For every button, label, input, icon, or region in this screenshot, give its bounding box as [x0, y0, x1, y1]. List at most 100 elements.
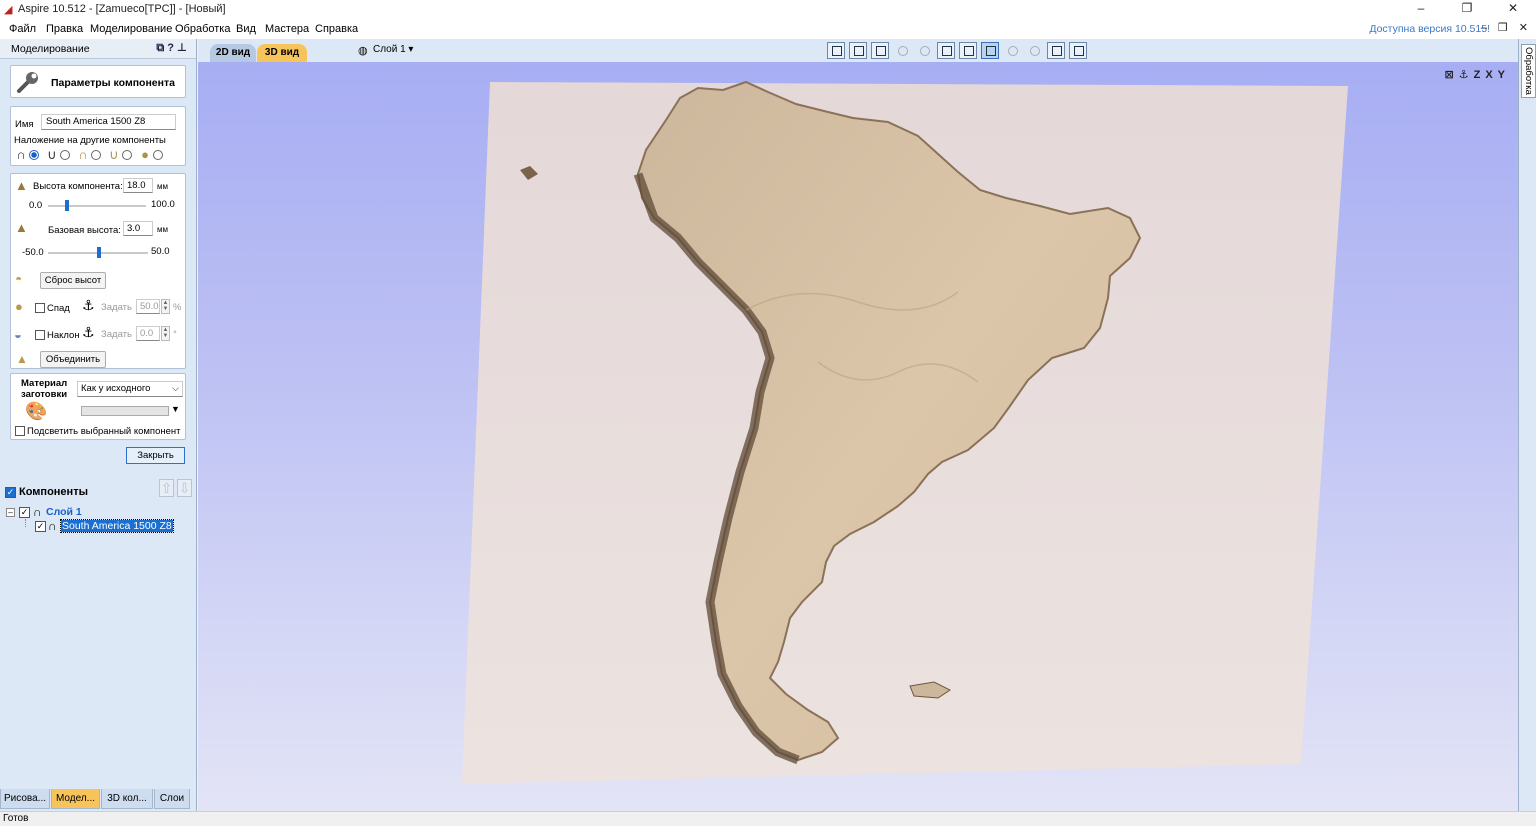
- tilt-checkbox[interactable]: [35, 330, 45, 340]
- material-label-2: заготовки: [21, 389, 68, 400]
- status-bar: Готов: [0, 811, 1536, 826]
- component-params-label: Параметры компонента: [51, 77, 175, 89]
- chevron-down-icon: ⌵: [172, 383, 179, 393]
- merge-button[interactable]: Объединить: [40, 351, 106, 368]
- menu-help[interactable]: Справка: [315, 23, 358, 35]
- split-vertical-icon[interactable]: [1069, 42, 1087, 59]
- name-section: Имя South America 1500 Z8 Наложение на д…: [10, 106, 186, 166]
- height-label: Высота компонента:: [33, 181, 123, 192]
- menu-wizards[interactable]: Мастера: [265, 23, 309, 35]
- move-down-icon[interactable]: ⇩: [177, 479, 192, 497]
- zoom-selected-icon[interactable]: [959, 42, 977, 59]
- reset-heights-button[interactable]: Сброс высот: [40, 272, 106, 289]
- mode-low-radio[interactable]: [122, 150, 132, 160]
- tilt-input[interactable]: 0.0: [136, 326, 160, 341]
- window-title: Aspire 10.512 - [Zamueco[TPC]] - [Новый]: [18, 3, 226, 15]
- status-text: Готов: [3, 813, 29, 824]
- material-select[interactable]: Как у исходного ⌵: [77, 381, 183, 397]
- height-slider-thumb[interactable]: [65, 200, 69, 211]
- fade-label: Спад: [47, 303, 70, 314]
- zoom-box-icon[interactable]: [849, 42, 867, 59]
- mode-multiply-radio[interactable]: [153, 150, 163, 160]
- move-up-icon[interactable]: ⇧: [159, 479, 174, 497]
- close-button[interactable]: ✕: [1490, 0, 1536, 19]
- menu-machining[interactable]: Обработка: [175, 23, 230, 35]
- minimize-button[interactable]: –: [1398, 0, 1444, 19]
- overlap-label: Наложение на другие компоненты: [14, 135, 166, 146]
- tree-component-label[interactable]: South America 1500 Z8: [60, 519, 174, 533]
- material-label-1: Материал: [21, 378, 68, 389]
- tilt-set-label: Задать: [101, 329, 132, 340]
- render-mode-icon[interactable]: [981, 42, 999, 59]
- name-label: Имя: [15, 119, 34, 130]
- maximize-button[interactable]: ❐: [1444, 0, 1490, 19]
- height-section: ▲ Высота компонента: 18.0 мм 0.0 100.0 ▲…: [10, 173, 186, 369]
- tab-2d-view[interactable]: 2D вид: [210, 44, 256, 62]
- layer-shape-icon: ∩: [33, 505, 42, 519]
- layer-select[interactable]: Слой 1 ▾: [373, 44, 413, 55]
- height-unit: мм: [157, 182, 168, 191]
- tab-machining[interactable]: Обработка: [1521, 44, 1536, 98]
- fade-spinner[interactable]: ▲ ▼: [161, 299, 170, 314]
- tilt-spinner[interactable]: ▲ ▼: [161, 326, 170, 341]
- tab-3d-view[interactable]: 3D вид: [257, 44, 307, 62]
- component-checkbox[interactable]: ✓: [35, 521, 46, 532]
- tree-layer-label[interactable]: Слой 1: [46, 506, 82, 518]
- layer-checkbox[interactable]: ✓: [19, 507, 30, 518]
- grid-icon[interactable]: [871, 42, 889, 59]
- menu-view[interactable]: Вид: [236, 23, 256, 35]
- zoom-icon[interactable]: [915, 42, 933, 59]
- fade-input[interactable]: 50.0: [136, 299, 160, 314]
- base-height-slider-thumb[interactable]: [97, 247, 101, 258]
- mode-high-radio[interactable]: [91, 150, 101, 160]
- model-canvas: [462, 80, 1348, 784]
- overlap-modes: ∩ ∪ ∩ ∪ ●: [14, 148, 168, 162]
- panel-title: Моделирование: [11, 43, 90, 55]
- collapse-icon[interactable]: –: [6, 508, 15, 517]
- combine-subtract-icon: ∪: [47, 147, 57, 162]
- fade-checkbox[interactable]: [35, 303, 45, 313]
- panel-header: Моделирование ⧉?⊥: [0, 39, 196, 59]
- zoom-fit-icon[interactable]: [937, 42, 955, 59]
- fade-unit: %: [173, 302, 182, 313]
- modeling-panel: Моделирование ⧉?⊥ Параметры компонента И…: [0, 39, 197, 811]
- height-input[interactable]: 18.0: [123, 178, 153, 193]
- tilt-anchor-icon[interactable]: ⚓: [82, 324, 95, 341]
- 3d-viewport[interactable]: ⊠⚓ZXY: [198, 62, 1518, 811]
- tab-3d-components[interactable]: 3D кол...: [101, 789, 153, 809]
- tab-drawing[interactable]: Рисова...: [0, 789, 50, 809]
- panel-header-icons[interactable]: ⧉?⊥: [156, 41, 190, 55]
- height-icon: ▲: [15, 178, 28, 193]
- material-shade-icon[interactable]: [1025, 42, 1043, 59]
- wrench-icon: [17, 72, 38, 93]
- menu-modeling[interactable]: Моделирование: [90, 23, 172, 35]
- menu-bar: Файл Правка Моделирование Обработка Вид …: [0, 19, 1536, 39]
- update-notice-link[interactable]: Доступна версия 10.515!: [1369, 23, 1490, 35]
- base-height-input[interactable]: 3.0: [123, 221, 153, 236]
- right-side-strip: Обработка: [1518, 39, 1536, 811]
- palette-icon[interactable]: 🎨: [25, 401, 47, 422]
- pan-icon[interactable]: [893, 42, 911, 59]
- split-horizontal-icon[interactable]: [1047, 42, 1065, 59]
- document-window-controls[interactable]: – ❐ ✕: [1481, 21, 1532, 34]
- height-max: 100.0: [151, 199, 175, 210]
- view-toolbar: 2D вид 3D вид ◍ Слой 1 ▾: [198, 39, 1536, 62]
- fade-anchor-icon[interactable]: ⚓: [82, 297, 95, 314]
- menu-edit[interactable]: Правка: [46, 23, 83, 35]
- name-input[interactable]: South America 1500 Z8: [41, 114, 176, 130]
- base-height-label: Базовая высота:: [48, 225, 121, 236]
- lighting-icon[interactable]: [1003, 42, 1021, 59]
- mode-subtract-radio[interactable]: [60, 150, 70, 160]
- close-panel-button[interactable]: Закрыть: [126, 447, 185, 464]
- highlight-checkbox[interactable]: [15, 426, 25, 436]
- tab-modeling[interactable]: Модел...: [51, 789, 100, 809]
- mode-add-radio[interactable]: [29, 150, 39, 160]
- components-checkbox[interactable]: ✓: [5, 487, 16, 498]
- height-slider-track[interactable]: [48, 205, 146, 207]
- material-dropdown-arrow-icon[interactable]: ▼: [171, 404, 180, 414]
- combine-high-icon: ∩: [78, 147, 88, 162]
- zoom-extents-icon[interactable]: [827, 42, 845, 59]
- component-params-button[interactable]: Параметры компонента: [10, 65, 186, 98]
- menu-file[interactable]: Файл: [9, 23, 36, 35]
- tab-layers[interactable]: Слои: [154, 789, 190, 809]
